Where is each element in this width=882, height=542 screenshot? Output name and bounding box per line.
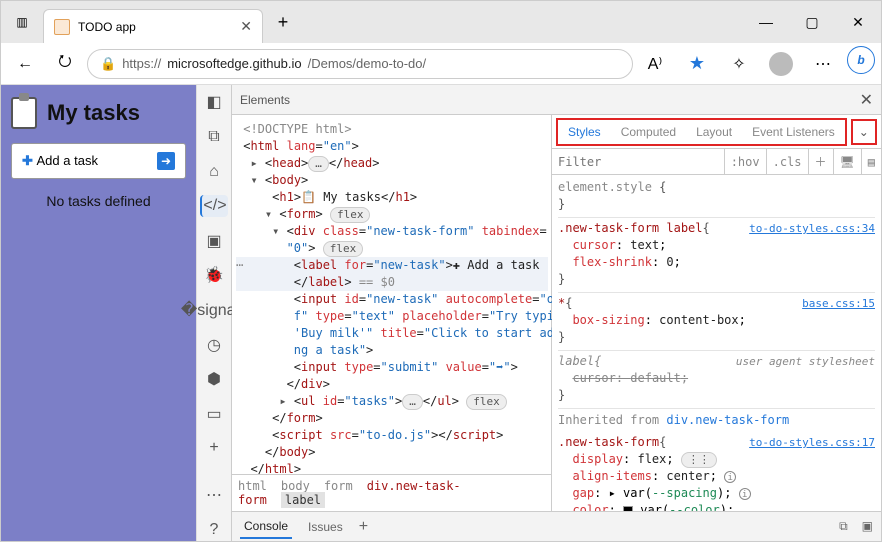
dom-tree[interactable]: <!DOCTYPE html> <html lang="en"> ▸ <head… [232, 115, 552, 474]
maximize-button[interactable]: ▢ [789, 1, 835, 43]
element-style-rule[interactable]: element.style [558, 180, 652, 194]
more-tools-button[interactable]: + [200, 437, 228, 460]
issues-tab[interactable]: Issues [304, 516, 347, 538]
read-aloud-icon[interactable]: A⁾ [637, 46, 673, 82]
page-content: My tasks ✚ Add a task ➜ No tasks defined [1, 85, 196, 541]
welcome-icon[interactable]: ⌂ [200, 160, 228, 183]
tab-event-listeners[interactable]: Event Listeners [742, 120, 845, 144]
sidebar-tabs-highlighted: Styles Computed Layout Event Listeners [556, 118, 847, 146]
new-style-button[interactable]: ＋ [808, 149, 833, 174]
drawer-collapse-icon[interactable]: ▣ [862, 519, 873, 534]
panel-title: Elements [240, 93, 290, 107]
console-tab[interactable]: Console [240, 515, 292, 539]
page-heading: My tasks [11, 97, 186, 129]
drawer-settings-icon[interactable]: ⧉ [839, 519, 848, 534]
empty-state: No tasks defined [11, 193, 186, 209]
cls-toggle[interactable]: .cls [766, 149, 808, 174]
minimize-button[interactable]: ― [743, 1, 789, 43]
refresh-button[interactable]: ⭮ [47, 46, 83, 82]
styles-filter-input[interactable] [552, 155, 724, 169]
source-link[interactable]: to-do-styles.css:17 [749, 434, 875, 451]
profile-button[interactable] [763, 46, 799, 82]
bing-icon[interactable]: b [847, 46, 875, 74]
devtools-close-icon[interactable]: ✕ [860, 90, 873, 110]
devtools-panel: Elements ✕ <!DOCTYPE html> <html lang="e… [232, 85, 881, 541]
source-link[interactable]: to-do-styles.css:34 [749, 220, 875, 237]
dock-position-icon[interactable]: ◧ [200, 91, 228, 114]
titlebar: ▥ TODO app ✕ + ― ▢ ✕ [1, 1, 881, 43]
clipboard-icon [11, 97, 37, 129]
window-controls: ― ▢ ✕ [743, 1, 881, 43]
close-tab-icon[interactable]: ✕ [240, 18, 252, 35]
more-icon[interactable]: ⋯ [200, 484, 228, 507]
more-tabs-highlighted[interactable]: ⌄ [851, 119, 877, 145]
styles-pane: Styles Computed Layout Event Listeners ⌄… [552, 115, 881, 511]
devtools-header: Elements ✕ [232, 85, 881, 115]
url-prefix: https:// [122, 56, 161, 71]
url-domain: microsoftedge.github.io [167, 56, 301, 71]
toggle-computed-icon[interactable]: ▤ [861, 149, 881, 174]
close-window-button[interactable]: ✕ [835, 1, 881, 43]
tab-computed[interactable]: Computed [611, 120, 686, 144]
favicon-icon [54, 19, 70, 35]
hov-toggle[interactable]: :hov [724, 149, 766, 174]
application-icon[interactable]: ▭ [200, 402, 228, 425]
navbar: ← ⭮ 🔒 https:// microsoftedge.github.io/De… [1, 43, 881, 85]
drawer-add-button[interactable]: + [359, 518, 368, 536]
add-task-button[interactable]: ✚ Add a task ➜ [11, 143, 186, 179]
favorite-icon[interactable]: ★ [679, 46, 715, 82]
tab-styles[interactable]: Styles [558, 120, 611, 144]
devtools-activity-bar: ◧ ⧉ ⌂ </> ▣ 🐞 �signals ◷ ⬢ ▭ + ⋯ ? [196, 85, 232, 541]
help-icon[interactable]: ? [200, 518, 228, 541]
back-button[interactable]: ← [7, 46, 43, 82]
inherited-link[interactable]: div.new-task-form [666, 413, 789, 427]
elements-panel-icon[interactable]: </> [200, 195, 228, 218]
submit-icon: ➜ [157, 152, 175, 170]
device-styles-icon[interactable]: 🖥 [833, 149, 861, 174]
network-icon[interactable]: �signals [200, 299, 228, 322]
favorites-hub-icon[interactable]: ✧ [721, 46, 757, 82]
menu-button[interactable]: ⋯ [805, 46, 841, 82]
tab-layout[interactable]: Layout [686, 120, 742, 144]
tab-actions-icon[interactable]: ▥ [1, 1, 43, 43]
performance-icon[interactable]: ◷ [200, 333, 228, 356]
lock-icon: 🔒 [100, 56, 116, 72]
breadcrumb[interactable]: htmlbodyformdiv.new-task-formlabel [232, 474, 551, 511]
console-drawer: Console Issues + ⧉ ▣ [232, 511, 881, 541]
add-task-label: Add a task [37, 153, 98, 168]
url-path: /Demos/demo-to-do/ [308, 56, 427, 71]
memory-icon[interactable]: ⬢ [200, 368, 228, 391]
plus-icon: ✚ [22, 153, 37, 168]
new-tab-button[interactable]: + [267, 6, 299, 38]
tab-title: TODO app [78, 20, 232, 34]
browser-tab[interactable]: TODO app ✕ [43, 9, 263, 43]
address-bar[interactable]: 🔒 https:// microsoftedge.github.io/Demos/… [87, 49, 633, 79]
console-icon[interactable]: ▣ [200, 229, 228, 252]
source-link[interactable]: base.css:15 [802, 295, 875, 312]
sources-icon[interactable]: 🐞 [200, 264, 228, 287]
device-toolbar-icon[interactable]: ⧉ [200, 126, 228, 149]
avatar-icon [769, 52, 793, 76]
